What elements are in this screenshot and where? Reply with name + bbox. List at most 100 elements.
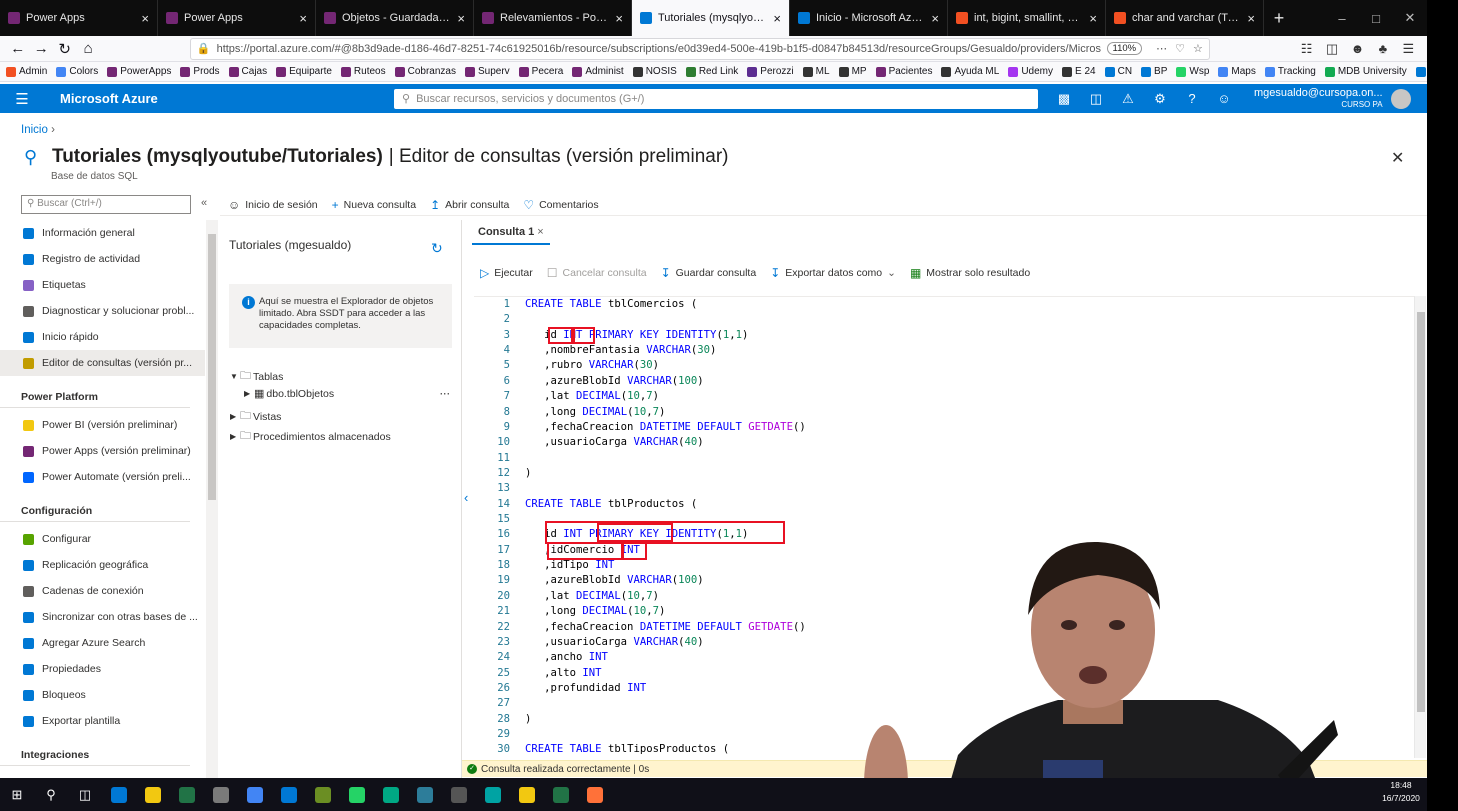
bookmark-item[interactable]: Administ xyxy=(572,66,624,77)
windows-start-icon[interactable]: ⊞ xyxy=(0,778,34,811)
taskbar-app-icon[interactable] xyxy=(170,778,204,811)
taskbar-app-icon[interactable] xyxy=(136,778,170,811)
tree-node-tables[interactable]: ▼ 🗀 Tablas xyxy=(230,367,283,386)
task-view-icon[interactable]: ◫ xyxy=(68,778,102,811)
code-line[interactable]: ,usuarioCarga VARCHAR(40) xyxy=(525,635,806,650)
bookmark-item[interactable]: NOSIS xyxy=(632,66,677,77)
close-blade-icon[interactable]: ✕ xyxy=(1391,148,1404,168)
bookmark-item[interactable]: E 24 xyxy=(1062,66,1096,77)
forward-icon[interactable]: → xyxy=(29,40,52,57)
menu-item[interactable]: Power Apps (versión preliminar) xyxy=(0,438,205,464)
code-line[interactable]: ,lat DECIMAL(10,7) xyxy=(525,589,806,604)
bookmark-item[interactable]: Superv xyxy=(464,66,510,77)
code-line[interactable]: ,profundidad INT xyxy=(525,681,806,696)
menu-item[interactable]: Replicación geográfica xyxy=(0,552,205,578)
account-icon[interactable]: ☻ xyxy=(1345,41,1370,56)
library-icon[interactable]: ☷ xyxy=(1294,41,1319,57)
taskbar-app-icon[interactable] xyxy=(442,778,476,811)
menu-item[interactable]: Power Automate (versión preli... xyxy=(0,464,205,490)
directory-filter-icon[interactable]: ◫ xyxy=(1080,91,1112,107)
breadcrumb[interactable]: Inicio › xyxy=(21,124,55,136)
help-icon[interactable]: ? xyxy=(1176,91,1208,106)
menu-item[interactable]: Etiquetas xyxy=(0,272,205,298)
search-icon[interactable]: ⚲ xyxy=(34,778,68,811)
more-icon[interactable]: ⋯ xyxy=(1156,42,1167,55)
code-line[interactable] xyxy=(525,312,806,327)
menu-search-input[interactable]: ⚲ Buscar (Ctrl+/) xyxy=(21,195,191,214)
code-line[interactable] xyxy=(525,696,806,711)
menu-item[interactable]: Bloqueos xyxy=(0,682,205,708)
new-tab-icon[interactable]: + xyxy=(1264,8,1294,29)
tree-node-views[interactable]: ▶ 🗀 Vistas xyxy=(230,407,281,426)
close-tab-icon[interactable]: × xyxy=(615,11,623,26)
menu-item[interactable]: Sincronizar con otras bases de ... xyxy=(0,604,205,630)
menu-item[interactable]: Información general xyxy=(0,220,205,246)
code-line[interactable]: ,rubro VARCHAR(30) xyxy=(525,358,806,373)
cloud-shell-icon[interactable]: ▩ xyxy=(1048,91,1080,107)
avatar[interactable] xyxy=(1390,88,1411,109)
close-tab-icon[interactable]: × xyxy=(931,11,939,26)
maximize-icon[interactable]: □ xyxy=(1359,11,1393,26)
code-line[interactable]: ,nombreFantasia VARCHAR(30) xyxy=(525,343,806,358)
bookmark-item[interactable]: Colors xyxy=(56,66,98,77)
code-line[interactable]: ,fechaCreacion DATETIME DEFAULT GETDATE(… xyxy=(525,420,806,435)
code-line[interactable]: ,fechaCreacion DATETIME DEFAULT GETDATE(… xyxy=(525,620,806,635)
refresh-icon[interactable]: ↻ xyxy=(431,240,443,257)
browser-tab[interactable]: int, bigint, smallint, and tiny × xyxy=(948,0,1106,36)
code-line[interactable]: ) xyxy=(525,466,806,481)
bookmark-star-icon[interactable]: ☆ xyxy=(1193,42,1203,55)
code-line[interactable]: ,azureBlobId VARCHAR(100) xyxy=(525,374,806,389)
menu-item[interactable]: Exportar plantilla xyxy=(0,708,205,734)
breadcrumb-home[interactable]: Inicio xyxy=(21,124,48,136)
tab-consulta-1[interactable]: Consulta 1 × xyxy=(472,226,550,245)
bookmark-item[interactable]: Maps xyxy=(1218,66,1256,77)
export-data-button[interactable]: ↧ Exportar datos como ⌄ xyxy=(770,266,896,280)
menu-icon[interactable]: ☰ xyxy=(1396,41,1421,57)
bookmark-item[interactable]: CN xyxy=(1104,66,1132,77)
code-line[interactable]: ,idTipo INT xyxy=(525,558,806,573)
close-tab-icon[interactable]: × xyxy=(773,11,781,26)
open-query-button[interactable]: ↥ Abrir consulta xyxy=(430,198,509,212)
code-line[interactable]: CREATE TABLE tblProductos ( xyxy=(525,497,806,512)
close-tab-icon[interactable]: × xyxy=(457,11,465,26)
browser-tab[interactable]: char and varchar (Transact-S × xyxy=(1106,0,1264,36)
bookmark-item[interactable]: Cajas xyxy=(228,66,267,77)
taskbar-app-icon[interactable] xyxy=(102,778,136,811)
code-line[interactable] xyxy=(525,727,806,742)
extension-icon[interactable]: ♣ xyxy=(1370,41,1395,56)
back-icon[interactable]: ← xyxy=(6,40,29,57)
menu-item[interactable]: Inicio rápido xyxy=(0,324,205,350)
reload-icon[interactable]: ↻ xyxy=(53,40,76,58)
code-line[interactable] xyxy=(525,481,806,496)
taskbar-app-icon[interactable] xyxy=(578,778,612,811)
browser-tab[interactable]: Relevamientos - Power Apps × xyxy=(474,0,632,36)
taskbar-app-icon[interactable] xyxy=(340,778,374,811)
bookmark-item[interactable]: Wsp xyxy=(1176,66,1209,77)
code-line[interactable]: CREATE TABLE tblTiposProductos ( xyxy=(525,742,806,757)
bookmark-item[interactable]: PowerApps xyxy=(107,66,171,77)
bookmark-item[interactable]: Pecera xyxy=(518,66,563,77)
bookmark-item[interactable]: Admin xyxy=(6,66,47,77)
bookmark-item[interactable]: Red Link xyxy=(685,66,738,77)
bookmark-item[interactable]: Perozzi xyxy=(747,66,794,77)
code-line[interactable]: ,long DECIMAL(10,7) xyxy=(525,405,806,420)
menu-scroll-thumb[interactable] xyxy=(208,234,216,500)
menu-item[interactable]: Propiedades xyxy=(0,656,205,682)
bookmark-item[interactable]: MDB University xyxy=(1324,66,1407,77)
bookmark-item[interactable]: Udemy xyxy=(1008,66,1053,77)
tree-node-table[interactable]: ▶ ▦ dbo.tblObjetos ⋯ xyxy=(244,387,450,401)
close-tab-icon[interactable]: × xyxy=(537,226,543,238)
hamburger-icon[interactable]: ☰ xyxy=(0,90,44,108)
run-button[interactable]: ▷ Ejecutar xyxy=(480,266,533,280)
taskbar-app-icon[interactable] xyxy=(476,778,510,811)
bookmark-item[interactable]: Pacientes xyxy=(875,66,932,77)
new-query-button[interactable]: + Nueva consulta xyxy=(332,198,416,212)
sidebar-icon[interactable]: ◫ xyxy=(1319,41,1344,57)
code-line[interactable]: ) xyxy=(525,712,806,727)
taskbar-app-icon[interactable] xyxy=(374,778,408,811)
menu-item[interactable]: Power BI (versión preliminar) xyxy=(0,412,205,438)
bookmark-item[interactable]: Ruteos xyxy=(340,66,386,77)
bookmark-item[interactable]: Equiparte xyxy=(276,66,332,77)
pocket-icon[interactable]: ♡ xyxy=(1175,42,1185,55)
cancel-query-button[interactable]: ☐ Cancelar consulta xyxy=(547,266,647,280)
